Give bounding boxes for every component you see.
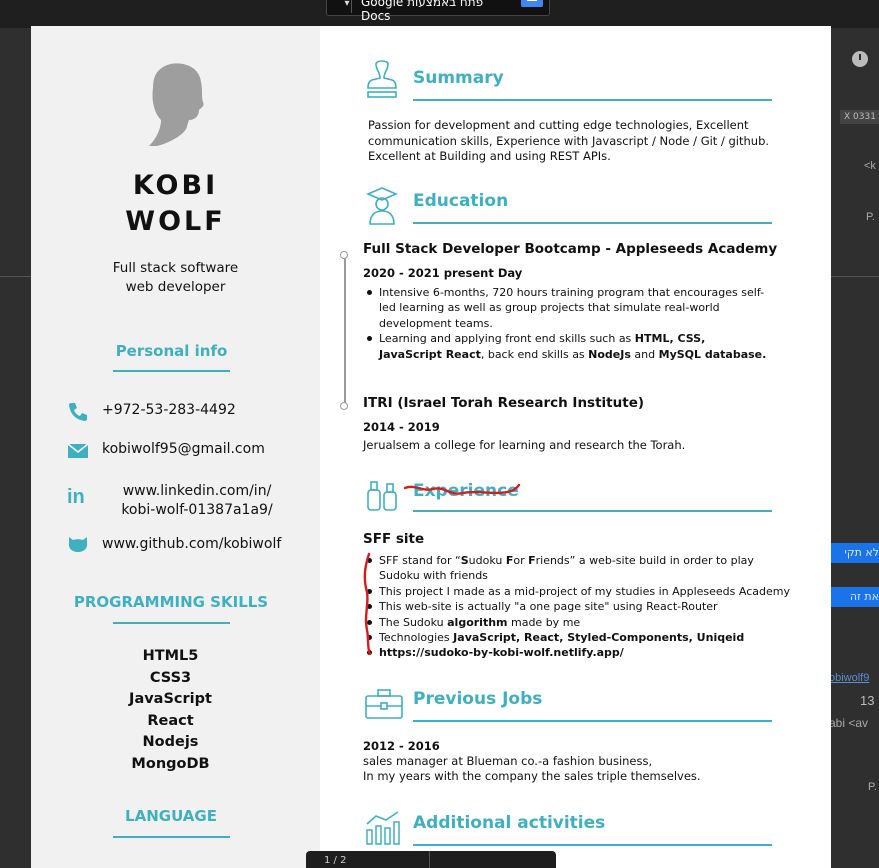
- programming-skills-heading: PROGRAMMING SKILLS: [73, 593, 269, 611]
- education-bullets: Intensive 6-months, 720 hours training p…: [367, 285, 787, 362]
- open-with-label: פתח באמצעות Google Docs: [361, 0, 484, 23]
- education-entry-title: ITRI (Israel Torah Research Institute): [363, 395, 645, 411]
- role-line-1: Full stack software: [112, 260, 239, 276]
- education-entry-title: Full Stack Developer Bootcamp - Applesee…: [363, 241, 778, 257]
- heading-rule: [113, 370, 230, 372]
- linkedin-url-line-1: www.linkedin.com/in/: [122, 483, 272, 499]
- previous-jobs-title: Previous Jobs: [413, 689, 543, 709]
- page-indicator: 1 / 2: [324, 855, 347, 866]
- education-entry-dates: 2014 - 2019: [363, 420, 440, 434]
- last-name: WOLF: [125, 206, 226, 237]
- section-rule: [413, 222, 772, 224]
- stamp-icon: [367, 60, 397, 98]
- skill-item: CSS3: [149, 670, 192, 686]
- graduate-icon: [365, 187, 399, 225]
- chevron-down-icon[interactable]: ▾: [337, 0, 357, 13]
- linkedin-url-line-2: kobi-wolf-01387a1a9/: [121, 502, 273, 518]
- background-banner: את זה: [830, 587, 879, 607]
- job-line: In my years with the company the sales t…: [363, 769, 701, 783]
- github-url: www.github.com/kobiwolf: [102, 536, 282, 552]
- timeline-line: [344, 258, 346, 406]
- job-dates: 2012 - 2016: [363, 739, 440, 753]
- divider: [351, 0, 352, 13]
- background-banner: לא תקי: [830, 543, 879, 563]
- role-line-2: web developer: [125, 279, 226, 295]
- project-link[interactable]: https://sudoko-by-kobi-wolf.netlify.app/: [367, 645, 817, 660]
- timeline-dot: [340, 251, 348, 259]
- section-rule: [413, 720, 772, 722]
- list-item: SFF stand for “Sudoku For Friends” a web…: [367, 553, 769, 584]
- background-fragment: abi <av: [829, 716, 869, 730]
- list-item: This project I made as a mid-project of …: [367, 584, 817, 599]
- bottles-icon: [367, 481, 397, 511]
- open-with-google-docs-button[interactable]: ▾ פתח באמצעות Google Docs: [326, 0, 550, 23]
- language-heading: LANGUAGE: [125, 807, 217, 825]
- skill-item: JavaScript: [129, 691, 212, 707]
- briefcase-icon: [365, 689, 403, 719]
- summary-text: Passion for development and cutting edge…: [368, 118, 770, 163]
- list-item: Learning and applying front end skills s…: [367, 331, 769, 362]
- experience-title: Experience: [413, 481, 519, 501]
- divider: [831, 276, 879, 277]
- project-title: SFF site: [363, 531, 425, 547]
- background-fragment: P.: [866, 211, 875, 223]
- page-toolbar: 1 / 2: [306, 851, 556, 868]
- phone-number: +972-53-283-4492: [102, 402, 236, 418]
- background-fragment: obiwolf9: [829, 672, 870, 684]
- list-item: This web-site is actually "a one page si…: [367, 599, 817, 614]
- list-item: The Sudoku algorithm made by me: [367, 615, 817, 630]
- divider: [429, 851, 430, 868]
- growth-chart-icon: [366, 811, 400, 845]
- first-name: KOBI: [132, 170, 219, 201]
- background-fragment: 13: [860, 693, 875, 708]
- divider: [0, 276, 31, 277]
- github-cat-icon: [68, 537, 88, 552]
- google-docs-icon: [521, 0, 543, 7]
- linkedin-icon: in: [67, 486, 85, 508]
- skill-item: MongoDB: [131, 756, 210, 772]
- heading-rule: [113, 836, 230, 838]
- email-address: kobiwolf95@gmail.com: [102, 441, 265, 457]
- job-line: sales manager at Blueman co.-a fashion b…: [363, 754, 653, 768]
- section-rule: [413, 99, 772, 101]
- profile-silhouette-icon: [149, 63, 204, 146]
- clock-icon: [852, 51, 868, 67]
- personal-info-heading: Personal info: [115, 342, 228, 360]
- education-entry-dates: 2020 - 2021 present Day: [363, 266, 523, 280]
- background-fragment: <k: [864, 160, 876, 172]
- document-page: KOBI WOLF Full stack software web develo…: [31, 26, 831, 868]
- skill-item: Nodejs: [142, 734, 199, 750]
- envelope-icon: [67, 443, 89, 458]
- list-item: Intensive 6-months, 720 hours training p…: [367, 285, 769, 331]
- timeline-dot: [340, 402, 348, 410]
- resume-sidebar: KOBI WOLF Full stack software web develo…: [31, 26, 320, 868]
- skill-item: HTML5: [142, 648, 199, 664]
- phone-icon: [69, 403, 87, 421]
- background-tag: X 0331: [840, 110, 879, 124]
- section-rule: [413, 510, 772, 512]
- summary-title: Summary: [413, 68, 504, 88]
- education-title: Education: [413, 191, 509, 211]
- background-fragment: P.: [868, 781, 877, 793]
- additional-activities-title: Additional activities: [413, 813, 606, 833]
- skill-item: React: [147, 713, 194, 729]
- experience-bullets: SFF stand for “Sudoku For Friends” a web…: [367, 553, 817, 661]
- education-entry-text: Jerualsem a college for learning and res…: [363, 438, 686, 452]
- list-item: Technologies JavaScript, React, Styled-C…: [367, 630, 817, 645]
- section-rule: [413, 844, 772, 846]
- heading-rule: [113, 622, 230, 624]
